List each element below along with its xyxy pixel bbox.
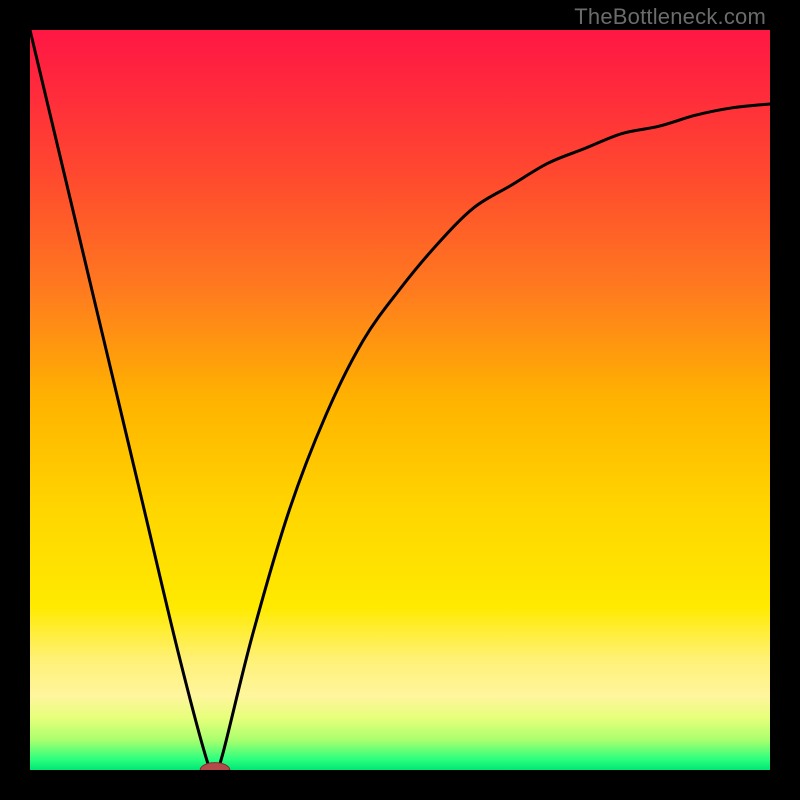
gradient-background xyxy=(30,30,770,770)
watermark-text: TheBottleneck.com xyxy=(574,4,766,30)
chart-svg xyxy=(30,30,770,770)
chart-frame xyxy=(30,30,770,770)
